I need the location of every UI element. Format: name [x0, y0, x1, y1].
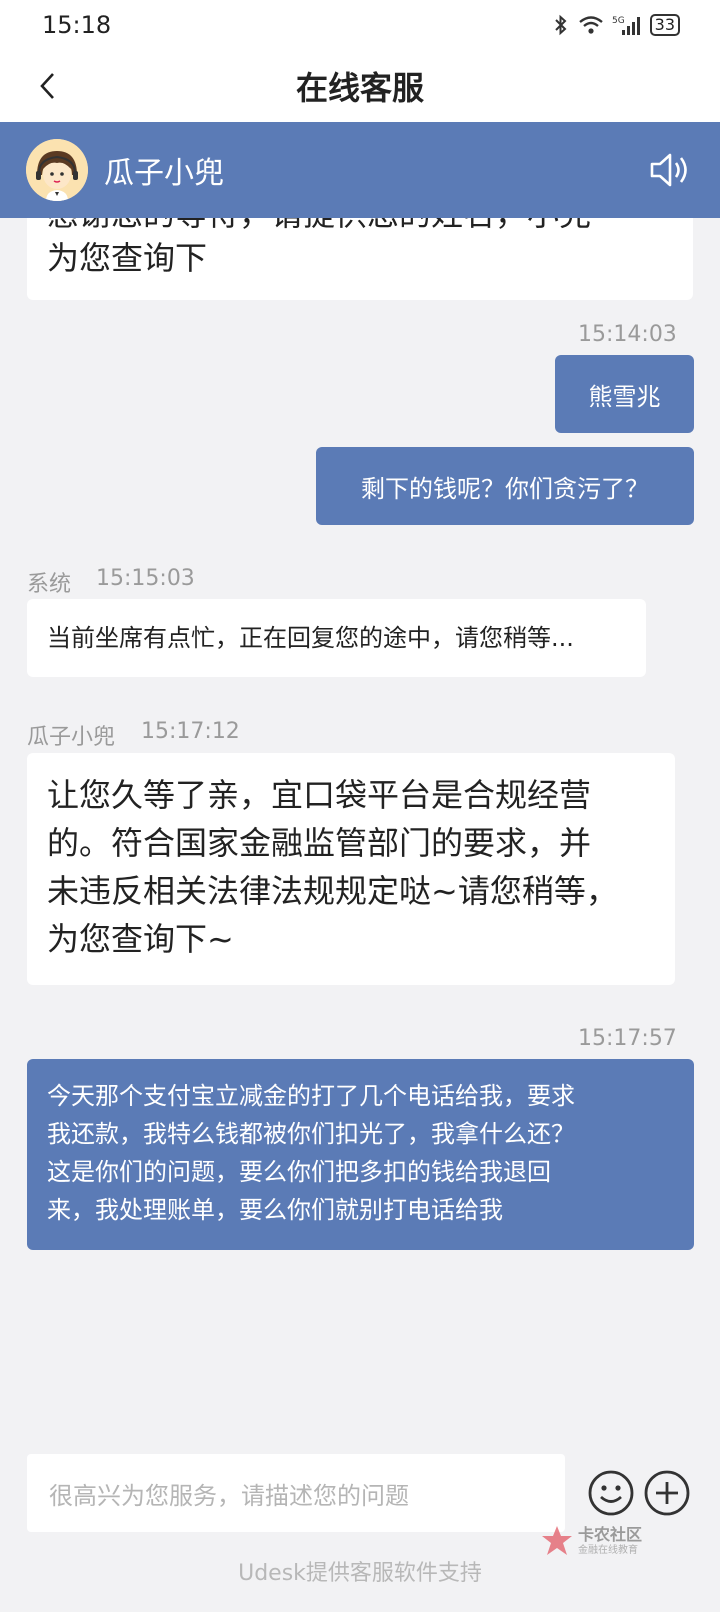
watermark-logo-icon [542, 1526, 572, 1555]
page-title: 在线客服 [295, 69, 424, 107]
message-line: 的。符合国家金融监管部门的要求，并 [47, 824, 592, 862]
message-timestamp: 15:17:12 [141, 719, 240, 744]
agent-avatar [26, 139, 88, 201]
input-area: 很高兴为您服务，请描述您的问题 卡农社区 金融在线教育 Udesk提供客服软件支… [0, 1440, 720, 1612]
message-text: 当前坐席有点忙，正在回复您的途中，请您稍等... [47, 624, 574, 652]
message-line: 为您查询下~ [47, 920, 234, 958]
status-icons: 5G 33 [552, 14, 680, 36]
agent-message: 感谢您的等待，请提供您的姓名，小兜 为您查询下 [27, 218, 693, 300]
watermark-subtitle: 金融在线教育 [578, 1544, 638, 1556]
agent-message: 让您久等了亲，宜口袋平台是合规经营 的。符合国家金融监管部门的要求，并 未违反相… [27, 753, 675, 985]
footer-text: Udesk提供客服软件支持 [238, 1561, 482, 1586]
watermark-title: 卡农社区 [578, 1524, 643, 1544]
battery-indicator: 33 [649, 14, 680, 36]
message-line: 来，我处理账单，要么你们就别打电话给我 [47, 1196, 503, 1224]
cellular-signal-icon: 5G [612, 14, 642, 36]
message-line: 为您查询下 [47, 239, 208, 277]
message-line: 让您久等了亲，宜口袋平台是合规经营 [47, 776, 592, 814]
message-line: 我还款，我特么钱都被你们扣光了，我拿什么还？ [47, 1120, 575, 1148]
chevron-left-icon [40, 73, 54, 99]
message-timestamp: 15:14:03 [578, 322, 677, 347]
message-text: 熊雪兆 [588, 382, 661, 411]
plus-icon[interactable] [642, 1468, 692, 1518]
message-line: 未违反相关法律法规规定哒~请您稍等， [47, 872, 618, 910]
message-input[interactable]: 很高兴为您服务，请描述您的问题 [27, 1454, 565, 1532]
message-line: 今天那个支付宝立减金的打了几个电话给我，要求 [47, 1082, 575, 1110]
system-message: 当前坐席有点忙，正在回复您的途中，请您稍等... [27, 599, 646, 677]
message-sender: 瓜子小兜 [27, 725, 116, 750]
message-sender: 系统 [27, 572, 72, 597]
user-message: 熊雪兆 [555, 355, 694, 433]
user-message: 今天那个支付宝立减金的打了几个电话给我，要求 我还款，我特么钱都被你们扣光了，我… [27, 1059, 694, 1250]
user-message: 剩下的钱呢？你们贪污了？ [316, 447, 694, 525]
message-timestamp: 15:17:57 [578, 1026, 677, 1051]
watermark: 卡农社区 金融在线教育 [540, 1524, 642, 1558]
input-placeholder: 很高兴为您服务，请描述您的问题 [49, 1481, 409, 1510]
status-bar: 15:18 5G 33 [0, 0, 720, 50]
message-timestamp: 15:15:03 [96, 566, 195, 591]
network-type: 5G [612, 16, 625, 26]
status-time: 15:18 [42, 11, 112, 39]
message-line: 这是你们的问题，要么你们把多扣的钱给我退回 [47, 1158, 551, 1186]
emoji-icon[interactable] [586, 1468, 636, 1518]
agent-header: 瓜子小兜 [0, 122, 720, 218]
back-button[interactable] [30, 68, 66, 104]
message-text: 剩下的钱呢？你们贪污了？ [361, 474, 649, 503]
nav-bar: 在线客服 [0, 50, 720, 122]
agent-name: 瓜子小兜 [104, 156, 224, 191]
bluetooth-icon [552, 14, 570, 36]
chat-messages: 感谢您的等待，请提供您的姓名，小兜 为您查询下 15:14:03 熊雪兆 剩下的… [0, 218, 720, 1438]
wifi-icon [578, 15, 604, 35]
message-line: 感谢您的等待，请提供您的姓名，小兜 [47, 218, 673, 238]
speaker-icon[interactable] [648, 147, 694, 193]
